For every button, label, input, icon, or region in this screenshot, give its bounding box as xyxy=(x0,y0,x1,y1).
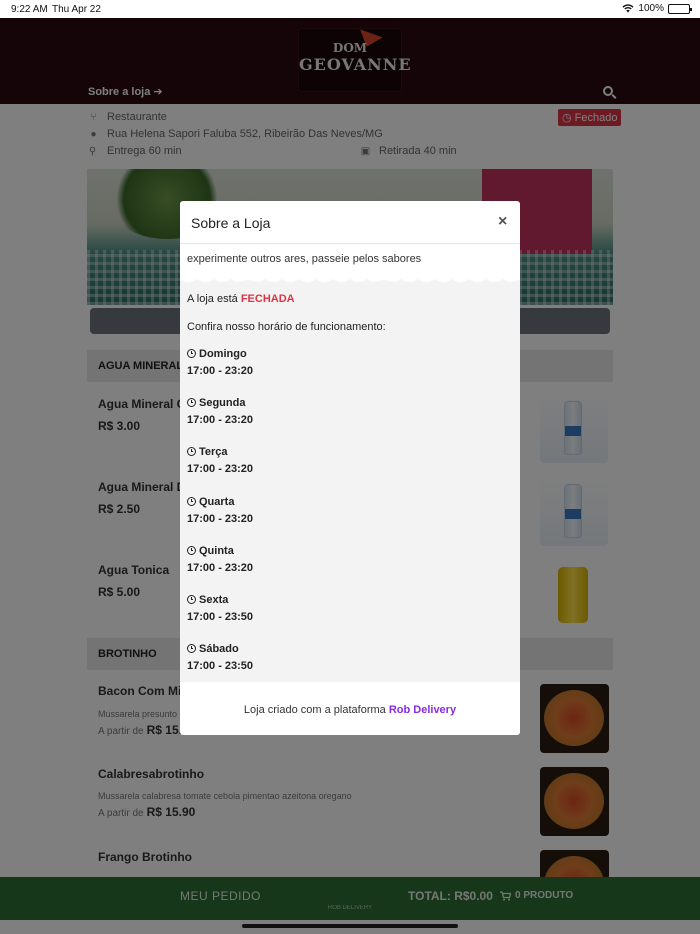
wifi-icon xyxy=(622,4,634,13)
modal-title: Sobre a Loja xyxy=(191,215,271,231)
store-tagline: experimente outros ares, passeie pelos s… xyxy=(187,253,422,265)
day-hours: 17:00 - 23:20 xyxy=(187,414,254,426)
status-date: Thu Apr 22 xyxy=(52,4,101,15)
hours-item: Quinta 17:00 - 23:20 xyxy=(187,545,253,574)
hours-item: Segunda 17:00 - 23:20 xyxy=(187,397,253,426)
clock-icon xyxy=(187,349,196,358)
day-hours: 17:00 - 23:50 xyxy=(187,660,254,672)
battery-percent: 100% xyxy=(638,3,664,14)
clock-icon xyxy=(187,644,196,653)
rob-delivery-link[interactable]: Rob Delivery xyxy=(389,704,456,716)
wavy-divider xyxy=(180,277,520,282)
battery-icon xyxy=(668,3,692,14)
status-closed-label: FECHADA xyxy=(240,293,295,305)
platform-credit: Loja criado com a plataforma Rob Deliver… xyxy=(180,704,520,716)
hours-intro: Confira nosso horário de funcionamento: xyxy=(187,321,386,333)
status-right: 100% xyxy=(622,3,692,14)
status-prefix: A loja está xyxy=(187,293,238,305)
hours-item: Quarta 17:00 - 23:20 xyxy=(187,496,253,525)
modal-divider xyxy=(180,243,520,244)
day-name: Sexta xyxy=(199,594,229,606)
clock-icon xyxy=(187,447,196,456)
day-name: Sábado xyxy=(199,643,239,655)
clock-icon xyxy=(187,497,196,506)
clock-icon xyxy=(187,398,196,407)
close-icon[interactable]: × xyxy=(498,213,507,231)
status-bar: 9:22 AM Thu Apr 22 100% xyxy=(0,0,700,18)
day-name: Quinta xyxy=(199,545,234,557)
home-indicator xyxy=(242,924,458,928)
day-hours: 17:00 - 23:20 xyxy=(187,513,254,525)
hours-item: Sexta 17:00 - 23:50 xyxy=(187,594,253,623)
hours-item: Sábado 17:00 - 23:50 xyxy=(187,643,253,672)
day-hours: 17:00 - 23:20 xyxy=(187,463,254,475)
about-store-modal: Sobre a Loja × experimente outros ares, … xyxy=(180,201,520,735)
clock-icon xyxy=(187,595,196,604)
hours-item: Terça 17:00 - 23:20 xyxy=(187,446,253,475)
clock-icon xyxy=(187,546,196,555)
status-time: 9:22 AM xyxy=(11,4,48,15)
store-open-status: A loja está FECHADA xyxy=(187,293,295,305)
day-hours: 17:00 - 23:50 xyxy=(187,611,254,623)
day-hours: 17:00 - 23:20 xyxy=(187,365,254,377)
day-name: Quarta xyxy=(199,496,235,508)
day-name: Domingo xyxy=(199,348,247,360)
day-name: Terça xyxy=(199,446,228,458)
day-name: Segunda xyxy=(199,397,246,409)
credit-prefix: Loja criado com a plataforma xyxy=(243,704,386,716)
hours-item: Domingo 17:00 - 23:20 xyxy=(187,348,253,377)
day-hours: 17:00 - 23:20 xyxy=(187,562,254,574)
